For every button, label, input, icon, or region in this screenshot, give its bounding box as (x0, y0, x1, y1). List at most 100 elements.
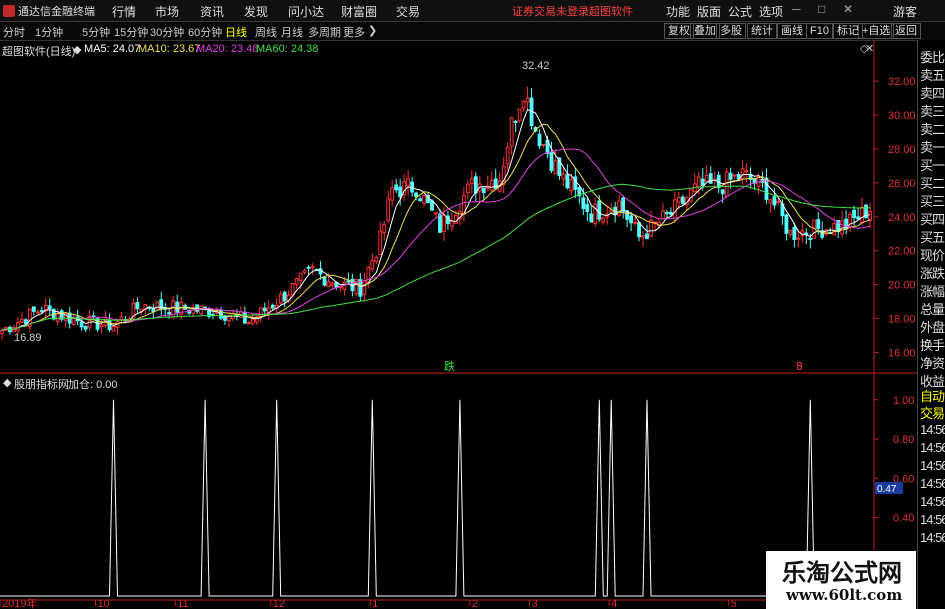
candle-body[interactable] (565, 174, 570, 189)
candle-body[interactable] (203, 306, 207, 309)
candle-body[interactable] (732, 174, 737, 177)
candle-body[interactable] (629, 215, 633, 224)
candle-body[interactable] (704, 175, 709, 182)
candle-body[interactable] (609, 209, 614, 213)
menu-item-quotes[interactable]: 行情 (112, 3, 136, 20)
menu-item-layout[interactable]: 版面 (697, 3, 721, 20)
candle-body[interactable] (362, 280, 367, 296)
candle-body[interactable] (418, 198, 422, 201)
candle-body[interactable] (505, 147, 510, 165)
candle-body[interactable] (776, 201, 781, 204)
candle-body[interactable] (99, 324, 104, 328)
menu-item-options[interactable]: 选项 (759, 3, 783, 20)
close-panel-icon[interactable]: ✕ (865, 42, 874, 55)
candle-body[interactable] (294, 278, 299, 285)
candle-body[interactable] (370, 260, 375, 270)
candle-body[interactable] (394, 184, 399, 191)
guest-login[interactable]: 游客 (893, 3, 917, 20)
period-15min[interactable]: 15分钟 (114, 24, 148, 40)
period-multi[interactable]: 多周期 (308, 24, 341, 40)
period-monthly[interactable]: 月线 (281, 24, 303, 40)
draw-line-button[interactable]: 画线 (777, 23, 807, 39)
candle-body[interactable] (278, 293, 283, 304)
side-panel-item[interactable]: 交易 (920, 403, 945, 422)
candle-body[interactable] (525, 97, 530, 103)
candle-body[interactable] (250, 318, 255, 324)
multi-stock-button[interactable]: 多股 (716, 23, 746, 39)
candle-body[interactable] (322, 276, 327, 286)
candle-body[interactable] (669, 211, 673, 215)
candle-body[interactable] (23, 319, 28, 325)
candle-body[interactable] (454, 214, 458, 224)
candle-body[interactable] (597, 200, 602, 220)
candle-body[interactable] (680, 196, 685, 205)
candle-body[interactable] (282, 291, 287, 302)
candle-body[interactable] (740, 168, 745, 180)
candle-body[interactable] (258, 307, 263, 318)
candle-body[interactable] (326, 281, 331, 288)
candle-body[interactable] (868, 211, 872, 221)
add-watchlist-button[interactable]: +自选 (858, 23, 895, 39)
candle-body[interactable] (434, 212, 438, 215)
candle-body[interactable] (378, 230, 383, 256)
menu-item-function[interactable]: 功能 (666, 3, 690, 20)
candle-body[interactable] (744, 170, 749, 173)
menu-item-news[interactable]: 资讯 (200, 3, 224, 20)
candle-body[interactable] (39, 309, 44, 313)
candlesticks[interactable] (0, 86, 872, 340)
candle-body[interactable] (816, 219, 821, 229)
candle-body[interactable] (31, 306, 36, 312)
candle-body[interactable] (306, 266, 311, 269)
candle-body[interactable] (593, 203, 598, 224)
candle-body[interactable] (47, 305, 52, 310)
candle-body[interactable] (832, 223, 837, 236)
candle-body[interactable] (708, 173, 713, 184)
menu-item-formula[interactable]: 公式 (728, 3, 752, 20)
candle-body[interactable] (788, 229, 793, 235)
settings-diamond-icon[interactable]: ◆ (73, 43, 81, 56)
candle-body[interactable] (489, 179, 494, 191)
candle-body[interactable] (509, 117, 514, 147)
candle-body[interactable] (16, 321, 20, 331)
restore-window-icon[interactable]: □ (818, 2, 825, 16)
candle-body[interactable] (167, 311, 172, 315)
candle-body[interactable] (111, 326, 116, 332)
menu-item-discover[interactable]: 发现 (244, 3, 268, 20)
candle-body[interactable] (310, 266, 315, 269)
candle-body[interactable] (700, 178, 705, 186)
candle-body[interactable] (155, 301, 160, 310)
menu-item-ask[interactable]: 问小达 (288, 3, 324, 20)
menu-item-market[interactable]: 市场 (155, 3, 179, 20)
candle-body[interactable] (676, 197, 681, 203)
candle-body[interactable] (35, 311, 40, 314)
candle-body[interactable] (398, 186, 403, 198)
candle-body[interactable] (521, 100, 526, 109)
period-weekly[interactable]: 周线 (255, 24, 277, 40)
candle-body[interactable] (406, 178, 411, 187)
candle-body[interactable] (290, 283, 295, 295)
candle-body[interactable] (366, 266, 371, 284)
chevron-right-icon[interactable]: ❯ (368, 24, 377, 37)
kline-chart[interactable]: 16.00 18.00 20.00 22.00 24.00 26.00 28.00 30.00… (0, 40, 917, 609)
candle-body[interactable] (382, 223, 387, 234)
menu-item-trade[interactable]: 交易 (396, 3, 420, 20)
candle-body[interactable] (374, 257, 379, 262)
candle-body[interactable] (493, 178, 498, 190)
candle-body[interactable] (665, 212, 669, 215)
candle-body[interactable] (601, 217, 606, 223)
candle-body[interactable] (585, 204, 590, 212)
candle-body[interactable] (860, 206, 864, 224)
candle-body[interactable] (151, 308, 156, 312)
candle-body[interactable] (553, 160, 558, 175)
candle-body[interactable] (330, 282, 335, 286)
candle-body[interactable] (573, 176, 578, 190)
candle-body[interactable] (298, 272, 303, 281)
candle-body[interactable] (621, 197, 626, 212)
candle-body[interactable] (450, 220, 454, 227)
candle-body[interactable] (0, 330, 4, 334)
candle-body[interactable] (79, 321, 84, 328)
candle-body[interactable] (55, 313, 60, 322)
menu-item-fortune[interactable]: 财富圈 (341, 3, 377, 20)
period-more[interactable]: 更多 (343, 24, 365, 40)
candle-body[interactable] (728, 172, 733, 180)
